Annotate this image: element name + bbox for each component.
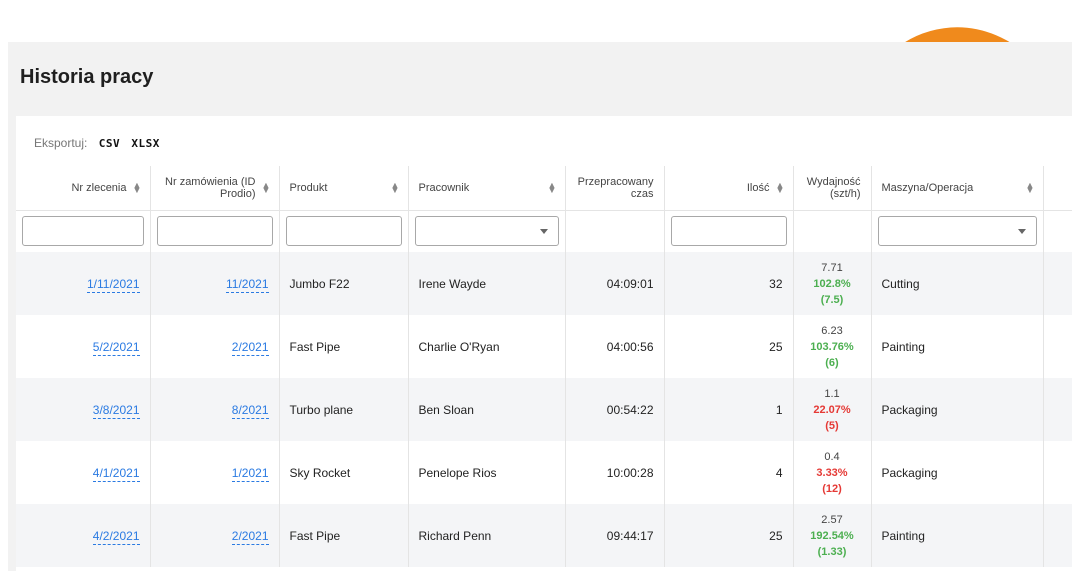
worker-cell: Penelope Rios — [408, 441, 566, 504]
efficiency-cell: 7.71 102.8% (7.5) — [793, 252, 872, 315]
worker-cell: Richard Penn — [408, 504, 566, 567]
filter-row — [16, 210, 1072, 252]
col-header-machine[interactable]: Maszyna/Operacja ▲ ▼ — [871, 166, 1044, 211]
efficiency-percent: 102.8% — [813, 277, 851, 290]
efficiency-value: 1.1 — [824, 387, 840, 400]
machine-cell: Painting — [871, 504, 1044, 567]
page: Historia pracy Eksportuj: CSV XLSX Nr zl… — [0, 0, 1072, 571]
col-header-qty[interactable]: Ilość ▲ ▼ — [664, 166, 794, 211]
efficiency-cell: 6.23 103.76% (6) — [793, 315, 872, 378]
efficiency-value: 6.23 — [821, 324, 843, 337]
efficiency-norm: (5) — [825, 419, 839, 432]
col-header-prodio-id[interactable]: Nr zamówienia (ID Prodio) ▲ ▼ — [150, 166, 280, 211]
efficiency-percent: 3.33% — [816, 466, 848, 479]
filter-worker-select[interactable] — [414, 216, 559, 247]
efficiency-norm: (6) — [825, 356, 839, 369]
qty-cell: 1 — [664, 378, 794, 441]
filter-order-input[interactable] — [22, 216, 144, 247]
efficiency-percent: 192.54% — [810, 529, 854, 542]
machine-cell: Painting — [871, 315, 1044, 378]
efficiency-value: 0.4 — [824, 450, 840, 463]
export-bar: Eksportuj: CSV XLSX — [34, 136, 168, 150]
table-row[interactable]: 5/2/2021 2/2021 Fast Pipe Charlie O'Ryan… — [16, 315, 1072, 378]
filter-machine-select[interactable] — [877, 216, 1037, 247]
efficiency-norm: (12) — [822, 482, 842, 495]
prodio-id-link[interactable]: 8/2021 — [231, 402, 269, 419]
time-cell: 10:00:28 — [565, 441, 665, 504]
efficiency-value: 2.57 — [821, 513, 843, 526]
sort-icon[interactable]: ▲ ▼ — [548, 183, 555, 193]
efficiency-norm: (7.5) — [820, 293, 844, 306]
table-row[interactable]: 4/1/2021 1/2021 Sky Rocket Penelope Rios… — [16, 441, 1072, 504]
order-link[interactable]: 5/2/2021 — [92, 339, 140, 356]
efficiency-percent: 22.07% — [813, 403, 851, 416]
product-cell: Jumbo F22 — [279, 252, 409, 315]
efficiency-cell: 1.1 22.07% (5) — [793, 378, 872, 441]
time-cell: 04:09:01 — [565, 252, 665, 315]
order-link[interactable]: 1/11/2021 — [87, 276, 140, 293]
product-cell: Sky Rocket — [279, 441, 409, 504]
content-panel: Historia pracy Eksportuj: CSV XLSX Nr zl… — [8, 42, 1072, 571]
time-cell: 04:00:56 — [565, 315, 665, 378]
order-link[interactable]: 3/8/2021 — [92, 402, 140, 419]
col-header-time: Przepracowany czas — [565, 166, 665, 211]
efficiency-norm: (1.33) — [817, 545, 847, 558]
col-header-product[interactable]: Produkt ▲ ▼ — [279, 166, 409, 211]
product-cell: Turbo plane — [279, 378, 409, 441]
worker-cell: Ben Sloan — [408, 378, 566, 441]
efficiency-cell: 2.57 192.54% (1.33) — [793, 504, 872, 567]
page-title: Historia pracy — [20, 66, 154, 88]
machine-cell: Cutting — [871, 252, 1044, 315]
export-csv-button[interactable]: CSV — [99, 137, 120, 150]
prodio-id-link[interactable]: 1/2021 — [231, 465, 269, 482]
efficiency-percent: 103.76% — [810, 340, 854, 353]
prodio-id-link[interactable]: 11/2021 — [226, 276, 269, 293]
work-history-card: Eksportuj: CSV XLSX Nr zlecenia ▲ ▼ Nr zam… — [16, 116, 1072, 571]
product-cell: Fast Pipe — [279, 315, 409, 378]
time-cell: 00:54:22 — [565, 378, 665, 441]
qty-cell: 4 — [664, 441, 794, 504]
qty-cell: 25 — [664, 315, 794, 378]
product-cell: Fast Pipe — [279, 504, 409, 567]
prodio-id-link[interactable]: 2/2021 — [231, 528, 269, 545]
order-link[interactable]: 4/1/2021 — [92, 465, 140, 482]
qty-cell: 32 — [664, 252, 794, 315]
chevron-down-icon — [539, 229, 548, 235]
machine-cell: Packaging — [871, 441, 1044, 504]
table-body: 1/11/2021 11/2021 Jumbo F22 Irene Wayde … — [16, 252, 1072, 567]
sort-icon[interactable]: ▲ ▼ — [133, 183, 140, 193]
table-row[interactable]: 4/2/2021 2/2021 Fast Pipe Richard Penn 0… — [16, 504, 1072, 567]
table-row[interactable]: 1/11/2021 11/2021 Jumbo F22 Irene Wayde … — [16, 252, 1072, 315]
efficiency-value: 7.71 — [821, 261, 843, 274]
sort-icon[interactable]: ▲ ▼ — [776, 183, 783, 193]
col-header-order[interactable]: Nr zlecenia ▲ ▼ — [16, 166, 151, 211]
chevron-down-icon — [1017, 229, 1026, 235]
filter-prodio-id-input[interactable] — [156, 216, 273, 247]
time-cell: 09:44:17 — [565, 504, 665, 567]
machine-cell: Packaging — [871, 378, 1044, 441]
prodio-id-link[interactable]: 2/2021 — [231, 339, 269, 356]
work-history-table: Nr zlecenia ▲ ▼ Nr zamówienia (ID Prodio) ▲… — [16, 166, 1072, 567]
qty-cell: 25 — [664, 504, 794, 567]
filter-qty-input[interactable] — [670, 216, 787, 247]
sort-icon[interactable]: ▲ ▼ — [262, 183, 269, 193]
table-header-row: Nr zlecenia ▲ ▼ Nr zamówienia (ID Prodio) ▲… — [16, 166, 1072, 211]
worker-cell: Irene Wayde — [408, 252, 566, 315]
col-header-efficiency: Wydajność (szt/h) — [793, 166, 872, 211]
col-header-extra — [1043, 166, 1072, 211]
col-header-worker[interactable]: Pracownik ▲ ▼ — [408, 166, 566, 211]
export-label: Eksportuj: — [34, 136, 88, 150]
sort-icon[interactable]: ▲ ▼ — [391, 183, 398, 193]
sort-icon[interactable]: ▲ ▼ — [1026, 183, 1033, 193]
filter-product-input[interactable] — [285, 216, 402, 247]
order-link[interactable]: 4/2/2021 — [92, 528, 140, 545]
worker-cell: Charlie O'Ryan — [408, 315, 566, 378]
export-xlsx-button[interactable]: XLSX — [131, 137, 160, 150]
table-row[interactable]: 3/8/2021 8/2021 Turbo plane Ben Sloan 00… — [16, 378, 1072, 441]
efficiency-cell: 0.4 3.33% (12) — [793, 441, 872, 504]
